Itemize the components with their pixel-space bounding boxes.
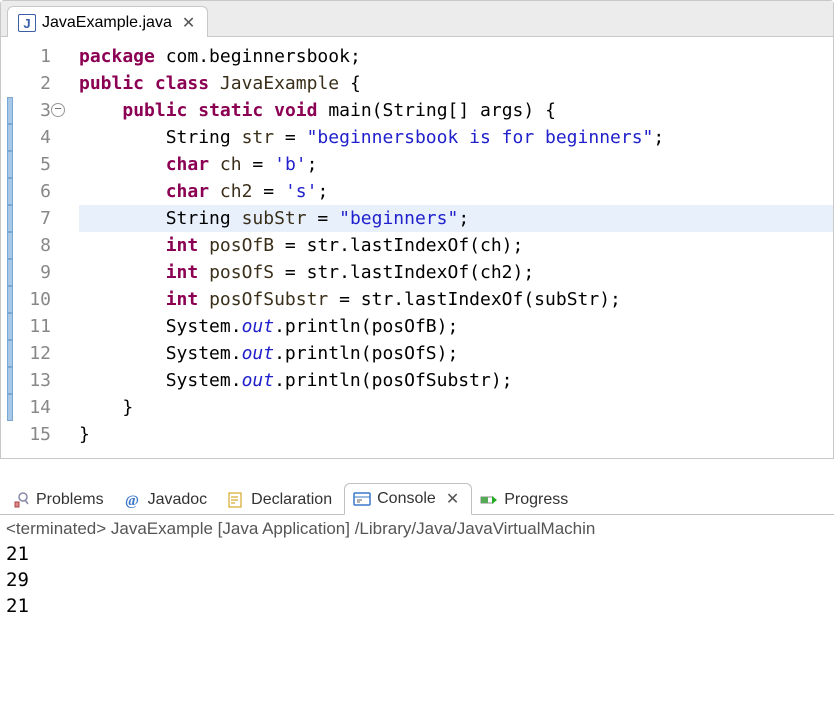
line-number: 15 (17, 421, 51, 448)
change-marker (7, 205, 13, 232)
line-number: 10 (17, 286, 51, 313)
change-marker (7, 394, 13, 421)
fold-toggle-icon[interactable]: − (51, 103, 65, 117)
line-number: 9 (17, 259, 51, 286)
code-line[interactable]: int posOfB = str.lastIndexOf(ch); (79, 232, 833, 259)
change-marker (7, 286, 13, 313)
code-line[interactable]: int posOfS = str.lastIndexOf(ch2); (79, 259, 833, 286)
code-line[interactable]: } (79, 421, 833, 448)
java-file-icon: J (18, 14, 36, 32)
code-area[interactable]: 123−456789101112131415 package com.begin… (1, 37, 833, 458)
change-marker (7, 421, 13, 448)
console-status: <terminated> JavaExample [Java Applicati… (0, 515, 834, 541)
declaration-icon (227, 491, 245, 509)
code-line[interactable]: System.out.println(posOfB); (79, 313, 833, 340)
bottom-tab-bar: Problems @ Javadoc Declaration Console ✕ (0, 481, 834, 515)
tab-javadoc[interactable]: @ Javadoc (116, 486, 220, 514)
change-marker (7, 232, 13, 259)
change-marker (7, 151, 13, 178)
problems-icon (12, 491, 30, 509)
close-icon[interactable]: ✕ (182, 13, 195, 33)
code-line[interactable]: int posOfSubstr = str.lastIndexOf(subStr… (79, 286, 833, 313)
change-marker (7, 259, 13, 286)
line-number: 13 (17, 367, 51, 394)
tab-progress-label: Progress (504, 491, 568, 509)
line-number: 11 (17, 313, 51, 340)
line-number: 3− (17, 97, 51, 124)
change-marker (7, 367, 13, 394)
line-number-gutter: 123−456789101112131415 (17, 43, 57, 448)
code-line[interactable]: public class JavaExample { (79, 70, 833, 97)
console-line: 29 (6, 567, 828, 593)
progress-icon (480, 491, 498, 509)
change-marker (7, 178, 13, 205)
javadoc-icon: @ (124, 491, 142, 509)
line-number: 6 (17, 178, 51, 205)
console-icon (353, 490, 371, 508)
tab-console[interactable]: Console ✕ (344, 483, 472, 515)
code-line[interactable]: public static void main(String[] args) { (79, 97, 833, 124)
tab-declaration-label: Declaration (251, 491, 332, 509)
editor-pane: J JavaExample.java ✕ 123−456789101112131… (0, 0, 834, 459)
change-marker (7, 124, 13, 151)
close-icon[interactable]: ✕ (446, 489, 459, 509)
code-line[interactable]: } (79, 394, 833, 421)
line-number: 5 (17, 151, 51, 178)
console-line: 21 (6, 541, 828, 567)
change-marker (7, 43, 13, 70)
line-number: 7 (17, 205, 51, 232)
bottom-pane: Problems @ Javadoc Declaration Console ✕ (0, 481, 834, 619)
line-number: 1 (17, 43, 51, 70)
code-line[interactable]: System.out.println(posOfSubstr); (79, 367, 833, 394)
editor-tab-active[interactable]: J JavaExample.java ✕ (7, 6, 208, 37)
tab-problems[interactable]: Problems (4, 486, 116, 514)
line-number: 8 (17, 232, 51, 259)
tab-console-label: Console (377, 490, 436, 508)
tab-declaration[interactable]: Declaration (219, 486, 344, 514)
code-line[interactable]: package com.beginnersbook; (79, 43, 833, 70)
editor-tab-label: JavaExample.java (42, 14, 172, 32)
code-line[interactable]: String subStr = "beginners"; (79, 205, 833, 232)
code-content[interactable]: package com.beginnersbook;public class J… (57, 43, 833, 448)
console-output[interactable]: 212921 (0, 541, 834, 619)
editor-tab-bar: J JavaExample.java ✕ (1, 1, 833, 37)
tab-progress[interactable]: Progress (472, 486, 580, 514)
line-number: 4 (17, 124, 51, 151)
code-line[interactable]: System.out.println(posOfS); (79, 340, 833, 367)
code-line[interactable]: char ch2 = 's'; (79, 178, 833, 205)
svg-text:@: @ (125, 493, 139, 509)
console-line: 21 (6, 593, 828, 619)
change-marker (7, 97, 13, 124)
line-number: 12 (17, 340, 51, 367)
change-marker (7, 70, 13, 97)
line-number: 2 (17, 70, 51, 97)
line-number: 14 (17, 394, 51, 421)
change-marker (7, 340, 13, 367)
tab-problems-label: Problems (36, 491, 104, 509)
marker-column (1, 43, 17, 448)
code-line[interactable]: String str = "beginnersbook is for begin… (79, 124, 833, 151)
tab-javadoc-label: Javadoc (148, 491, 208, 509)
code-line[interactable]: char ch = 'b'; (79, 151, 833, 178)
change-marker (7, 313, 13, 340)
